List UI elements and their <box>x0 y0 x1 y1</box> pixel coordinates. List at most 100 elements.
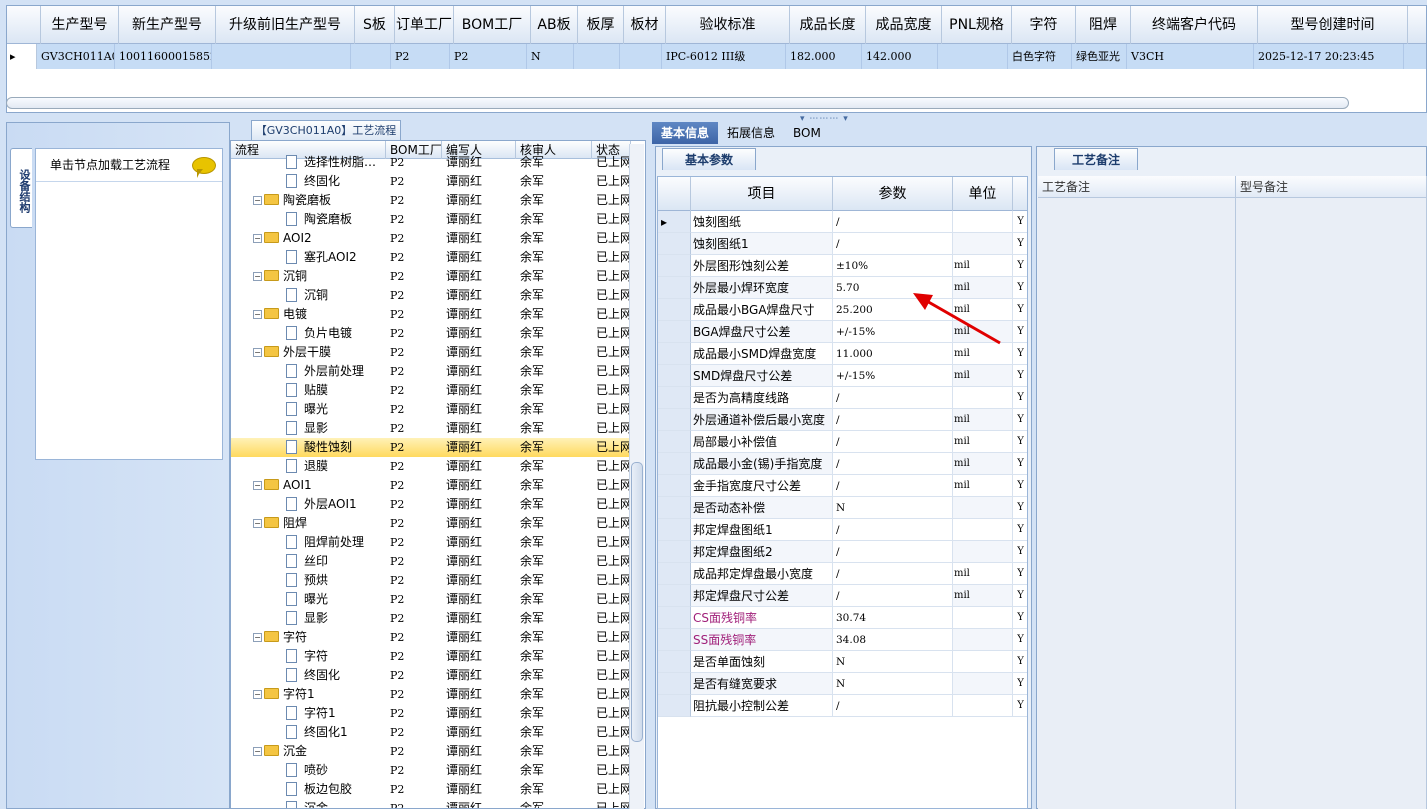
param-row[interactable]: 金手指宽度尺寸公差 / mil Y <box>658 475 1027 497</box>
collapse-icon[interactable]: − <box>253 196 262 205</box>
flow-node[interactable]: 负片电镀 <box>231 324 386 343</box>
grid-cell-4[interactable]: P2 <box>391 44 450 69</box>
param-row[interactable]: ▸ 蚀刻图纸 / Y <box>658 211 1027 233</box>
param-value[interactable]: / <box>833 519 953 541</box>
collapse-icon[interactable]: − <box>253 348 262 357</box>
flow-node[interactable]: − 外层干膜 <box>231 343 386 362</box>
grid-cell-12[interactable] <box>938 44 1008 69</box>
flow-tree-row[interactable]: − 阻焊 P2 谭丽红 余军 已上网 <box>231 514 631 533</box>
flow-vertical-scrollbar[interactable] <box>629 144 644 809</box>
flow-node[interactable]: 板边包胶 <box>231 780 386 799</box>
grid-col-10[interactable]: 成品长度 <box>790 6 866 44</box>
flow-tree-row[interactable]: 曝光 P2 谭丽红 余军 已上网 <box>231 400 631 419</box>
flow-tree-row[interactable]: − 电镀 P2 谭丽红 余军 已上网 <box>231 305 631 324</box>
flow-node[interactable]: 贴膜 <box>231 381 386 400</box>
param-value[interactable]: / <box>833 585 953 607</box>
flow-node[interactable]: 丝印 <box>231 552 386 571</box>
param-row[interactable]: 成品最小金(锡)手指宽度 / mil Y <box>658 453 1027 475</box>
flow-tree-row[interactable]: 板边包胶 P2 谭丽红 余军 已上网 <box>231 780 631 799</box>
tab-process-remarks[interactable]: 工艺备注 <box>1054 148 1138 170</box>
grid-col-13[interactable]: 字符 <box>1012 6 1076 44</box>
grid-cell-3[interactable] <box>351 44 391 69</box>
grid-cell-10[interactable]: 182.000 <box>786 44 862 69</box>
flow-tree-row[interactable]: 预烘 P2 谭丽红 余军 已上网 <box>231 571 631 590</box>
grid-col-12[interactable]: PNL规格 <box>942 6 1012 44</box>
flow-tree-row[interactable]: 终固化1 P2 谭丽红 余军 已上网 <box>231 723 631 742</box>
flow-node[interactable]: 字符 <box>231 647 386 666</box>
params-col-item[interactable]: 项目 <box>691 177 833 211</box>
horizontal-scrollbar[interactable] <box>6 97 1349 109</box>
flow-node[interactable]: 终固化1 <box>231 723 386 742</box>
param-row[interactable]: 是否有缝宽要求 N Y <box>658 673 1027 695</box>
param-value[interactable]: / <box>833 695 953 717</box>
param-value[interactable]: 30.74 <box>833 607 953 629</box>
flow-tree-row[interactable]: − 沉金 P2 谭丽红 余军 已上网 <box>231 742 631 761</box>
grid-cell-9[interactable]: IPC-6012 III级 <box>662 44 786 69</box>
flow-tree-row[interactable]: 曝光 P2 谭丽红 余军 已上网 <box>231 590 631 609</box>
param-row[interactable]: CS面残铜率 30.74 Y <box>658 607 1027 629</box>
grid-col-14[interactable]: 阻焊 <box>1076 6 1131 44</box>
grid-cell-2[interactable] <box>212 44 351 69</box>
flow-node[interactable]: 显影 <box>231 419 386 438</box>
flow-tree-row[interactable]: 字符1 P2 谭丽红 余军 已上网 <box>231 704 631 723</box>
flow-node[interactable]: 预烘 <box>231 571 386 590</box>
grid-col-11[interactable]: 成品宽度 <box>866 6 942 44</box>
param-row[interactable]: 外层通道补偿后最小宽度 / mil Y <box>658 409 1027 431</box>
tab-extended-info[interactable]: 拓展信息 <box>718 122 784 144</box>
flow-node[interactable]: 终固化 <box>231 666 386 685</box>
flow-node[interactable]: − AOI2 <box>231 229 386 248</box>
param-value[interactable]: N <box>833 651 953 673</box>
param-row[interactable]: 局部最小补偿值 / mil Y <box>658 431 1027 453</box>
param-value[interactable]: / <box>833 563 953 585</box>
flow-tree-row[interactable]: 选择性树脂… P2 谭丽红 余军 已上网 <box>231 153 631 172</box>
param-row[interactable]: 成品邦定焊盘最小宽度 / mil Y <box>658 563 1027 585</box>
flow-tree-row[interactable]: 沉金 P2 谭丽红 余军 已上网 <box>231 799 631 808</box>
flow-node[interactable]: 字符1 <box>231 704 386 723</box>
param-row[interactable]: 邦定焊盘图纸1/ Y <box>658 519 1027 541</box>
grid-cell-0[interactable]: GV3CH011A0 <box>37 44 115 69</box>
param-row[interactable]: 邦定焊盘图纸2/ Y <box>658 541 1027 563</box>
param-value[interactable]: / <box>833 387 953 409</box>
collapse-icon[interactable]: − <box>253 234 262 243</box>
flow-tree-row[interactable]: 终固化 P2 谭丽红 余军 已上网 <box>231 172 631 191</box>
flow-node[interactable]: 喷砂 <box>231 761 386 780</box>
param-value[interactable]: / <box>833 233 953 255</box>
grid-cell-13[interactable]: 白色字符 <box>1008 44 1072 69</box>
collapse-icon[interactable]: − <box>253 633 262 642</box>
collapse-icon[interactable]: − <box>253 747 262 756</box>
grid-cell-6[interactable]: N <box>527 44 574 69</box>
param-row[interactable]: SMD焊盘尺寸公差 +/-15% mil Y <box>658 365 1027 387</box>
flow-tree-row[interactable]: − 字符1 P2 谭丽红 余军 已上网 <box>231 685 631 704</box>
grid-col-6[interactable]: AB板 <box>531 6 578 44</box>
flow-node[interactable]: 曝光 <box>231 590 386 609</box>
flow-tree-row[interactable]: 丝印 P2 谭丽红 余军 已上网 <box>231 552 631 571</box>
flow-node[interactable]: 沉金 <box>231 799 386 808</box>
param-value[interactable]: / <box>833 431 953 453</box>
grid-cell-15[interactable]: V3CH <box>1127 44 1254 69</box>
model-remark-textarea[interactable] <box>1236 198 1427 809</box>
process-remark-textarea[interactable] <box>1038 198 1236 809</box>
grid-col-15[interactable]: 终端客户代码 <box>1131 6 1258 44</box>
grid-cell-8[interactable] <box>620 44 662 69</box>
flow-node[interactable]: 显影 <box>231 609 386 628</box>
param-value[interactable]: / <box>833 211 953 233</box>
grid-cell-7[interactable] <box>574 44 620 69</box>
grid-cell-5[interactable]: P2 <box>450 44 527 69</box>
param-value[interactable]: N <box>833 497 953 519</box>
flow-tree-row[interactable]: 陶瓷磨板 P2 谭丽红 余军 已上网 <box>231 210 631 229</box>
flow-node[interactable]: − 字符1 <box>231 685 386 704</box>
flow-tree-row[interactable]: − 沉铜 P2 谭丽红 余军 已上网 <box>231 267 631 286</box>
flow-tree-row[interactable]: 阻焊前处理 P2 谭丽红 余军 已上网 <box>231 533 631 552</box>
flow-tree-row[interactable]: − AOI2 P2 谭丽红 余军 已上网 <box>231 229 631 248</box>
tab-equipment-structure[interactable]: 设备结构 <box>10 148 32 228</box>
flow-node[interactable]: − 沉金 <box>231 742 386 761</box>
param-value[interactable]: / <box>833 475 953 497</box>
flow-tree-row[interactable]: − AOI1 P2 谭丽红 余军 已上网 <box>231 476 631 495</box>
grid-cell-14[interactable]: 绿色亚光 <box>1072 44 1127 69</box>
flow-tree-row[interactable]: − 陶瓷磨板 P2 谭丽红 余军 已上网 <box>231 191 631 210</box>
param-row[interactable]: 是否为高精度线路 / Y <box>658 387 1027 409</box>
param-row[interactable]: 阻抗最小控制公差 / Y <box>658 695 1027 717</box>
flow-tree-row[interactable]: 外层AOI1 P2 谭丽红 余军 已上网 <box>231 495 631 514</box>
collapse-icon[interactable]: − <box>253 272 262 281</box>
flow-node[interactable]: − 电镀 <box>231 305 386 324</box>
